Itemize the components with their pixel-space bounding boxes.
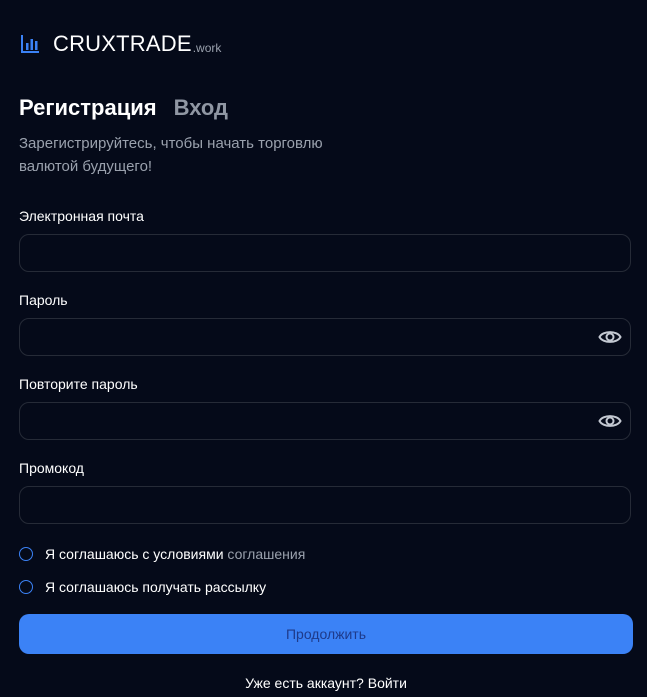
newsletter-agreement-row: Я соглашаюсь получать рассылку xyxy=(19,578,266,596)
promo-field-wrapper xyxy=(19,486,631,524)
password-field[interactable] xyxy=(20,319,630,355)
eye-icon[interactable] xyxy=(598,328,622,346)
continue-button[interactable]: Продолжить xyxy=(19,614,633,654)
email-field-wrapper xyxy=(19,234,631,272)
email-field[interactable] xyxy=(20,235,630,271)
terms-agreement-row: Я соглашаюсь с условиями соглашения xyxy=(19,545,305,563)
terms-text: Я соглашаюсь с условиями xyxy=(45,546,224,562)
brand-name: CRUXTRADE xyxy=(53,31,192,56)
brand-suffix: .work xyxy=(192,41,222,55)
repeat-password-field[interactable] xyxy=(20,403,630,439)
terms-link[interactable]: соглашения xyxy=(227,545,305,563)
repeat-password-label: Повторите пароль xyxy=(19,376,138,392)
tab-register[interactable]: Регистрация xyxy=(19,94,157,122)
promo-label: Промокод xyxy=(19,460,84,476)
login-link[interactable]: Войти xyxy=(368,675,407,691)
tab-login[interactable]: Вход xyxy=(174,94,228,122)
auth-tabs: Регистрация Вход xyxy=(19,94,228,122)
promo-field[interactable] xyxy=(20,487,630,523)
newsletter-checkbox[interactable] xyxy=(19,580,33,594)
terms-checkbox[interactable] xyxy=(19,547,33,561)
bar-chart-icon xyxy=(21,35,39,53)
page-subtitle: Зарегистрируйтесь, чтобы начать торговлю… xyxy=(19,135,323,175)
password-label: Пароль xyxy=(19,292,68,308)
brand-logo: CRUXTRADE .work xyxy=(20,31,221,57)
email-label: Электронная почта xyxy=(19,208,144,224)
login-prompt-text: Уже есть аккаунт? xyxy=(245,675,364,691)
newsletter-text: Я соглашаюсь получать рассылку xyxy=(45,579,267,595)
repeat-password-field-wrapper xyxy=(19,402,631,440)
login-prompt: Уже есть аккаунт? Войти xyxy=(0,674,647,692)
eye-icon[interactable] xyxy=(598,412,622,430)
password-field-wrapper xyxy=(19,318,631,356)
